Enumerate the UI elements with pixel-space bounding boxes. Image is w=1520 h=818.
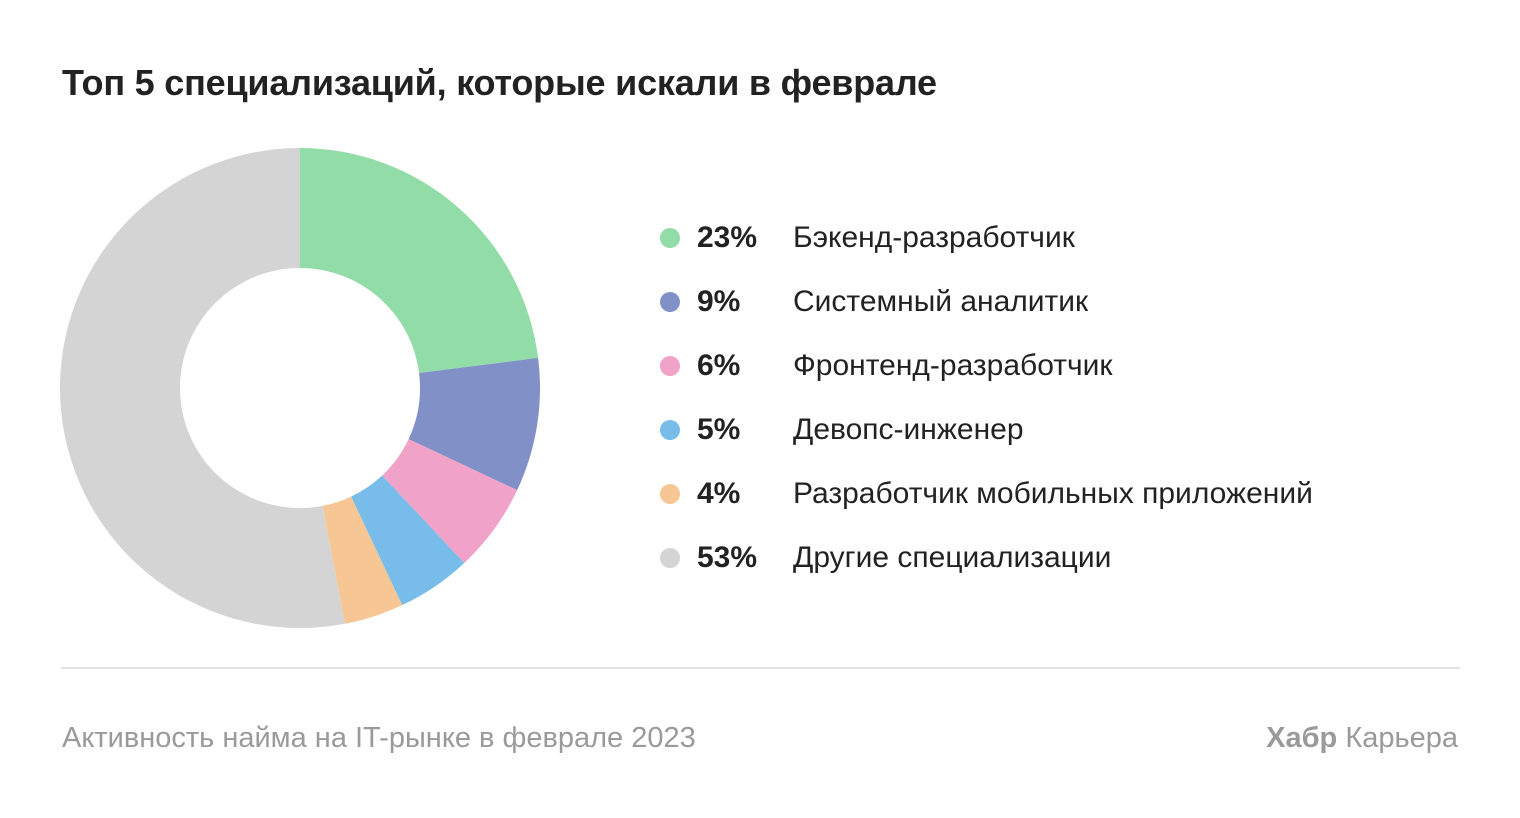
legend-label: Разработчик мобильных приложений <box>793 477 1313 510</box>
legend-item-devops: 5% Девопс-инженер <box>660 398 1313 462</box>
legend-item-backend: 23% Бэкенд-разработчик <box>660 206 1313 270</box>
legend-item-other: 53% Другие специализации <box>660 526 1313 590</box>
legend-swatch <box>660 356 680 376</box>
legend-swatch <box>660 548 680 568</box>
donut-chart <box>60 148 540 628</box>
legend-item-frontend: 6% Фронтенд-разработчик <box>660 334 1313 398</box>
legend-swatch <box>660 484 680 504</box>
donut-slice-0 <box>300 148 539 373</box>
legend-percent: 9% <box>697 285 741 318</box>
legend-percent: 5% <box>697 413 741 446</box>
legend-label: Бэкенд-разработчик <box>793 221 1075 254</box>
donut-slices <box>60 148 540 628</box>
legend-percent: 4% <box>697 477 741 510</box>
legend-swatch <box>660 292 680 312</box>
legend-item-mobile: 4% Разработчик мобильных приложений <box>660 462 1313 526</box>
brand-logo: Хабр Карьера <box>1266 722 1458 755</box>
brand-name-bold: Хабр <box>1266 722 1338 754</box>
brand-name-regular: Карьера <box>1345 722 1458 754</box>
legend-percent: 23% <box>697 221 758 254</box>
legend-label: Системный аналитик <box>793 285 1089 318</box>
legend-label: Фронтенд-разработчик <box>793 349 1113 382</box>
legend-label: Девопс-инженер <box>793 413 1024 446</box>
legend-percent: 53% <box>697 541 758 574</box>
legend-swatch <box>660 420 680 440</box>
legend-percent: 6% <box>697 349 741 382</box>
source-note: Активность найма на IT-рынке в феврале 2… <box>62 722 696 754</box>
footer-divider <box>61 667 1460 669</box>
legend-item-system-analyst: 9% Системный аналитик <box>660 270 1313 334</box>
legend: 23% Бэкенд-разработчик 9% Системный анал… <box>660 206 1313 590</box>
legend-label: Другие специализации <box>793 541 1112 574</box>
legend-swatch <box>660 228 680 248</box>
